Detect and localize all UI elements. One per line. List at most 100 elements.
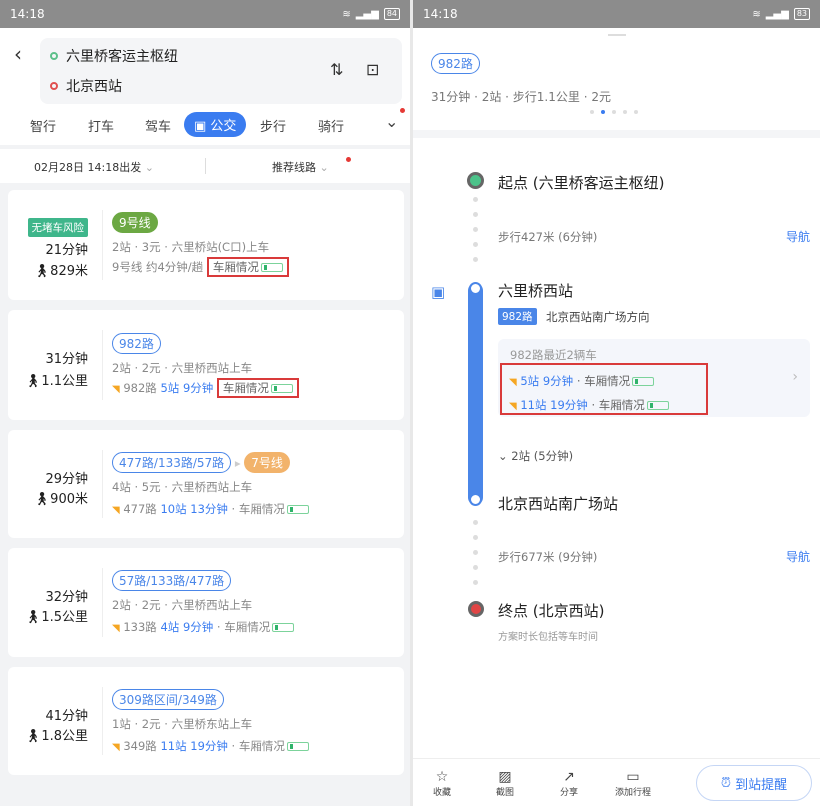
realtime-icon: ◥ [509,401,517,412]
route-summary: 31分钟 · 2站 · 步行1.1公里 · 2元 [431,90,611,104]
route-card[interactable]: 无堵车风险 21分钟 🚶︎829米 9号线 2站 · 3元 · 六里桥站(C口)… [8,190,404,300]
realtime-icon: ◥ [112,384,120,395]
drag-handle[interactable] [608,34,626,36]
filter-bar: 02月28日 14:18出发 ⌄ 推荐线路 ⌄ [0,149,410,183]
crowd-status[interactable]: 车厢情况 [206,257,289,277]
stops-count: 2站 (5分钟) [511,449,574,463]
walk-icon: 🚶︎ [24,374,42,389]
signal-icon: ▂▄▆ [355,8,379,20]
tab-taxi[interactable]: 打车 [88,116,114,135]
realtime-icon: ◥ [112,623,120,634]
destination-field[interactable]: 北京西站 [50,76,122,96]
route-duration: 21分钟 [45,243,88,258]
wifi-icon: ≋ [752,8,761,20]
walk-distance: 900米 [50,492,88,507]
add-trip-button[interactable]: ▭ 添加行程 [608,769,658,798]
route-duration: 29分钟 [45,472,88,487]
crowd-battery-icon [286,505,309,514]
share-button[interactable]: ↗ 分享 [544,769,594,798]
end-point: 终点 (北京西站) [498,602,605,620]
route-detail-screen: 14:18 ≋ ▂▄▆ 83 982路 31分钟 · 2站 · 步行1.1公里 · … [413,0,820,806]
walk-icon: 🚶︎ [33,492,51,507]
crowd-label: · 车厢情况 [591,398,645,412]
line-tag: 309路区间/349路 [112,689,224,710]
route-card[interactable]: 29分钟 🚶︎900米 477路/133路/57路 ▸ 7号线 4站 · 5元 … [8,430,404,538]
end-marker-icon [468,601,484,617]
status-bar: 14:18 ≋ ▂▄▆ 84 [0,0,410,28]
walk-distance: 1.8公里 [41,729,88,744]
no-congestion-badge: 无堵车风险 [27,218,88,237]
timeline-dot [473,197,478,202]
timeline-dot [473,257,478,262]
tab-transit[interactable]: ▣ 公交 [184,112,247,137]
arrival-reminder-button[interactable]: ⏰︎ 到站提醒 [696,765,812,801]
realtime-icon: ◥ [112,505,120,516]
page-dot[interactable] [612,110,616,114]
realtime-bus-panel[interactable]: 982路最近2辆车 ◥ 5站 9分钟 · 车厢情况 ◥ 11站 19分钟 · 车… [498,339,810,417]
divider [102,687,103,755]
divider [102,210,103,280]
crowd-label: · 车厢情况 [576,374,631,388]
walk-segment: 步行677米 (9分钟) [498,550,598,564]
sort-select[interactable]: 推荐线路 ⌄ [272,159,329,175]
expand-stops[interactable]: ⌄ 2站 (5分钟) [498,448,573,464]
route-info: 4站 · 5元 · 六里桥西站上车 [112,480,253,494]
timeline-dot [473,227,478,232]
signal-icon: ▂▄▆ [765,8,789,20]
notification-dot [400,108,405,113]
line-tag: 982路 [498,308,537,325]
route-card[interactable]: 41分钟 🚶︎1.8公里 309路区间/349路 1站 · 2元 · 六里桥东站… [8,667,404,775]
divider [205,158,206,174]
page-dot[interactable] [623,110,627,114]
swap-icon[interactable]: ⇅ [330,60,343,79]
navigate-link[interactable]: 导航 [786,228,810,245]
route-info: 2站 · 2元 · 六里桥西站上车 [112,598,253,612]
navigate-link[interactable]: 导航 [786,548,810,565]
tab-smart[interactable]: 智行 [30,116,56,135]
timeline-dot [473,565,478,570]
route-list-screen: 14:18 ≋ ▂▄▆ 84 ‹ 六里桥客运主枢纽 北京西站 ⇅ ⊡ 智行 打车 驾… [0,0,410,806]
line-tag: 982路 [431,53,480,74]
start-point: 起点 (六里桥客运主枢纽) [498,174,665,192]
status-time: 14:18 [10,7,45,21]
tab-drive[interactable]: 驾车 [145,116,171,135]
crowd-battery-icon [260,263,283,272]
crowd-label: · 车厢情况 [216,620,271,634]
back-icon[interactable]: ‹ [14,42,22,66]
bottom-toolbar: ☆ 收藏 ▨ 截图 ↗ 分享 ▭ 添加行程 ⏰︎ 到站提醒 [413,758,820,806]
transfer-arrow-icon: ▸ [234,456,241,470]
divider [102,330,103,400]
frequency: 9号线 约4分钟/趟 [112,260,204,274]
favorite-label: 收藏 [432,788,451,798]
origin-field[interactable]: 六里桥客运主枢纽 [50,46,178,66]
line-tag: 9号线 [112,212,158,233]
page-indicator[interactable] [590,110,638,114]
eta: 5站 9分钟 [160,381,214,395]
tab-transit-label: 公交 [210,119,237,134]
board-stop: 六里桥西站 [498,282,574,300]
route-card[interactable]: 32分钟 🚶︎1.5公里 57路/133路/477路 2站 · 2元 · 六里桥… [8,548,404,657]
walk-distance: 829米 [50,264,88,279]
tab-bike[interactable]: 骑行 [318,116,344,135]
page-dot[interactable] [590,110,594,114]
bus-icon: ▣ [194,119,211,134]
eta: 11站 19分钟 [520,398,588,412]
share-icon: ↗ [563,769,575,785]
screenshot-button[interactable]: ▨ 截图 [480,769,530,798]
depart-time: 02月28日 14:18出发 [34,161,142,174]
chevron-down-icon[interactable]: ⌄ [385,112,398,131]
page-dot[interactable] [634,110,638,114]
crowd-label: · 车厢情况 [231,739,285,753]
timeline-dot [473,242,478,247]
favorite-button[interactable]: ☆ 收藏 [417,769,467,798]
line-tag: 477路/133路/57路 [112,452,232,473]
depart-time-select[interactable]: 02月28日 14:18出发 ⌄ [34,159,154,175]
route-card[interactable]: 31分钟 🚶︎1.1公里 982路 2站 · 2元 · 六里桥西站上车 ◥ 98… [8,310,404,420]
more-options-icon[interactable]: ⊡ [366,60,379,79]
status-bar: 14:18 ≋ ▂▄▆ 83 [413,0,820,28]
bus-segment-line [468,283,483,505]
crowd-status[interactable]: 车厢情况 [216,378,299,398]
tab-walk[interactable]: 步行 [260,116,286,135]
page-dot[interactable] [601,110,605,114]
walk-icon: 🚶︎ [24,729,42,744]
